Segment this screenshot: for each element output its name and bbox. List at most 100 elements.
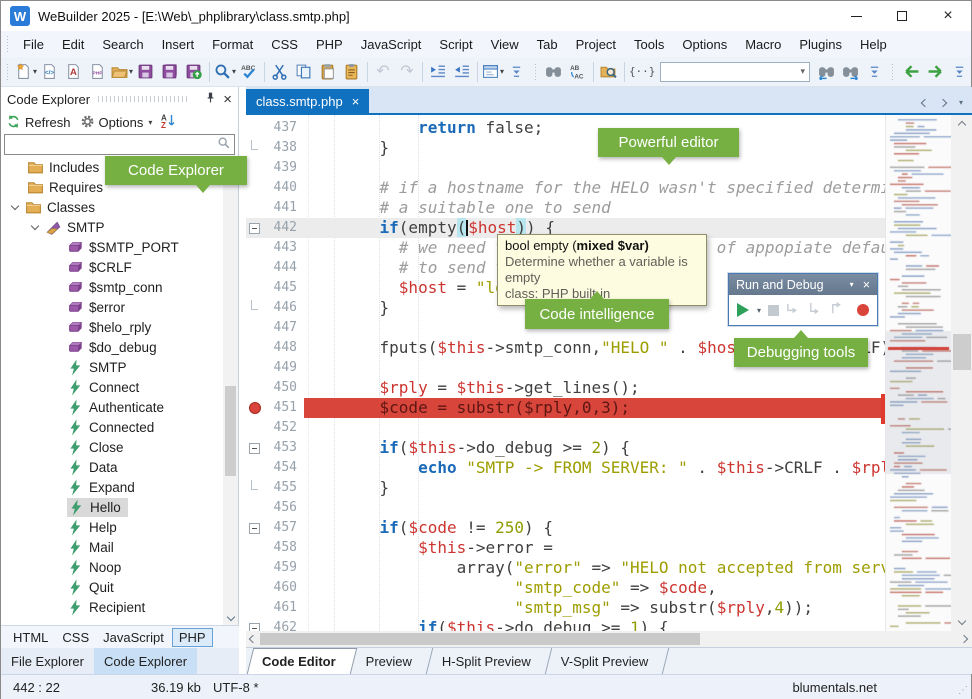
view-tab-preview[interactable]: Preview xyxy=(354,648,430,674)
scroll-down-icon[interactable] xyxy=(951,615,972,631)
lang-tab-javascript[interactable]: JavaScript xyxy=(97,629,170,646)
line-number[interactable]: 446 xyxy=(262,298,304,318)
menu-item-help[interactable]: Help xyxy=(851,33,896,56)
replace-button[interactable]: ABAC xyxy=(566,60,590,84)
toolbar-search-combobox[interactable]: ▾ xyxy=(660,62,810,82)
toggle-breakpoint-icon[interactable] xyxy=(857,304,869,316)
fold-margin[interactable] xyxy=(246,618,262,631)
menu-item-script[interactable]: Script xyxy=(430,33,481,56)
code-line-460[interactable]: 460 "smtp_code" => $code, xyxy=(246,578,972,598)
panel-tab-code-explorer[interactable]: Code Explorer xyxy=(94,648,197,674)
run-and-debug-titlebar[interactable]: Run and Debug ▾ × xyxy=(729,274,877,295)
menu-item-format[interactable]: Format xyxy=(203,33,262,56)
line-number[interactable]: 461 xyxy=(262,598,304,618)
new-file-button[interactable]: ▾ xyxy=(14,60,38,84)
tree-item-connected[interactable]: Connected xyxy=(1,417,223,437)
tree-item-data[interactable]: Data xyxy=(1,457,223,477)
run-dropdown-icon[interactable]: ▾ xyxy=(757,306,761,315)
fold-margin[interactable] xyxy=(246,578,262,598)
search-button[interactable]: ▾ xyxy=(213,60,237,84)
fold-collapse-icon[interactable] xyxy=(249,443,260,454)
menu-item-tools[interactable]: Tools xyxy=(625,33,673,56)
code-text[interactable]: if($this->do_debug >= 1) { xyxy=(304,618,669,631)
tree-scroll-down-icon[interactable] xyxy=(223,611,238,625)
rundebug-dropdown-icon[interactable]: ▾ xyxy=(850,280,854,289)
fold-collapse-icon[interactable] xyxy=(249,623,260,632)
sidebar-search-input[interactable] xyxy=(5,135,217,154)
code-line-439[interactable]: 439 xyxy=(246,158,972,178)
menu-item-tab[interactable]: Tab xyxy=(528,33,567,56)
menu-item-project[interactable]: Project xyxy=(567,33,625,56)
tree-item-smtp[interactable]: SMTP xyxy=(1,357,223,377)
overflow-button[interactable] xyxy=(505,60,529,84)
code-text[interactable]: "smtp_msg" => substr($rply,4)); xyxy=(304,598,813,618)
line-number[interactable]: 458 xyxy=(262,538,304,558)
line-number[interactable]: 450 xyxy=(262,378,304,398)
open-code-file-button[interactable]: </> xyxy=(38,60,62,84)
fold-margin[interactable] xyxy=(246,198,262,218)
menu-item-file[interactable]: File xyxy=(14,33,53,56)
fold-margin[interactable] xyxy=(246,378,262,398)
menu-item-view[interactable]: View xyxy=(482,33,528,56)
vendor-link[interactable]: blumentals.net xyxy=(792,680,877,695)
fold-margin[interactable] xyxy=(246,418,262,438)
pin-icon[interactable] xyxy=(204,91,217,107)
tree-item-smtp_port[interactable]: $SMTP_PORT xyxy=(1,237,223,257)
indent-button[interactable] xyxy=(426,60,450,84)
horizontal-scrollbar-thumb[interactable] xyxy=(260,633,700,645)
tree-item-help[interactable]: Help xyxy=(1,517,223,537)
code-line-451[interactable]: 451 $code = substr($rply,0,3); xyxy=(246,398,972,418)
tree-scrollbar-thumb[interactable] xyxy=(225,386,236,476)
view-tab-v-split-preview[interactable]: V-Split Preview xyxy=(549,648,666,674)
code-line-453[interactable]: 453 if($this->do_debug >= 2) { xyxy=(246,438,972,458)
fold-margin[interactable] xyxy=(246,298,262,318)
scroll-up-icon[interactable] xyxy=(951,115,972,131)
chevron-down-icon[interactable]: ▾ xyxy=(33,67,37,76)
fold-margin[interactable] xyxy=(246,318,262,338)
code-line-462[interactable]: 462 if($this->do_debug >= 1) { xyxy=(246,618,972,631)
tab-list-dropdown-icon[interactable]: ▾ xyxy=(959,98,963,107)
close-button[interactable]: × xyxy=(925,1,971,31)
line-number[interactable]: 451 xyxy=(262,398,304,418)
code-text[interactable]: echo "SMTP -> FROM SERVER: " . $this->CR… xyxy=(304,458,909,478)
menu-item-javascript[interactable]: JavaScript xyxy=(352,33,431,56)
code-text[interactable]: } xyxy=(304,478,389,498)
chevron-down-icon[interactable]: ▾ xyxy=(129,67,133,76)
line-number[interactable]: 440 xyxy=(262,178,304,198)
tree-item-crlf[interactable]: $CRLF xyxy=(1,257,223,277)
tree-scrollbar[interactable] xyxy=(223,157,238,625)
code-text[interactable]: $this->error = xyxy=(304,538,553,558)
fold-margin[interactable] xyxy=(246,518,262,538)
line-number[interactable]: 460 xyxy=(262,578,304,598)
find-button[interactable] xyxy=(542,60,566,84)
save-button[interactable] xyxy=(134,60,158,84)
line-number[interactable]: 441 xyxy=(262,198,304,218)
sort-az-icon[interactable]: AZ xyxy=(160,113,176,132)
line-number[interactable]: 448 xyxy=(262,338,304,358)
tree-item-authenticate[interactable]: Authenticate xyxy=(1,397,223,417)
fold-margin[interactable] xyxy=(246,218,262,238)
tree-item-error[interactable]: $error xyxy=(1,297,223,317)
breakpoint-icon[interactable] xyxy=(249,402,261,414)
copy-button[interactable] xyxy=(292,60,316,84)
menu-item-insert[interactable]: Insert xyxy=(153,33,204,56)
code-text[interactable] xyxy=(304,158,341,178)
code-text[interactable] xyxy=(304,358,341,378)
stop-icon[interactable] xyxy=(768,305,779,316)
redo-button[interactable]: ↷ xyxy=(395,60,419,84)
document-tab-close-icon[interactable]: × xyxy=(352,94,360,109)
tree-item-smtp[interactable]: SMTP xyxy=(1,217,223,237)
code-line-441[interactable]: 441 # a suitable one to send xyxy=(246,198,972,218)
tree-item-quit[interactable]: Quit xyxy=(1,577,223,597)
code-text[interactable] xyxy=(304,498,341,518)
code-text[interactable]: # if a hostname for the HELO wasn't spec… xyxy=(304,178,909,198)
run-icon[interactable] xyxy=(737,303,749,317)
fold-margin[interactable] xyxy=(246,278,262,298)
fold-margin[interactable] xyxy=(246,238,262,258)
code-text[interactable]: if($this->do_debug >= 2) { xyxy=(304,438,630,458)
chevron-down-icon[interactable] xyxy=(11,201,19,209)
chevron-down-icon[interactable]: ▾ xyxy=(232,67,236,76)
options-dropdown-icon[interactable]: ▾ xyxy=(148,118,152,127)
code-text[interactable]: if($code != 250) { xyxy=(304,518,553,538)
code-line-452[interactable]: 452 xyxy=(246,418,972,438)
